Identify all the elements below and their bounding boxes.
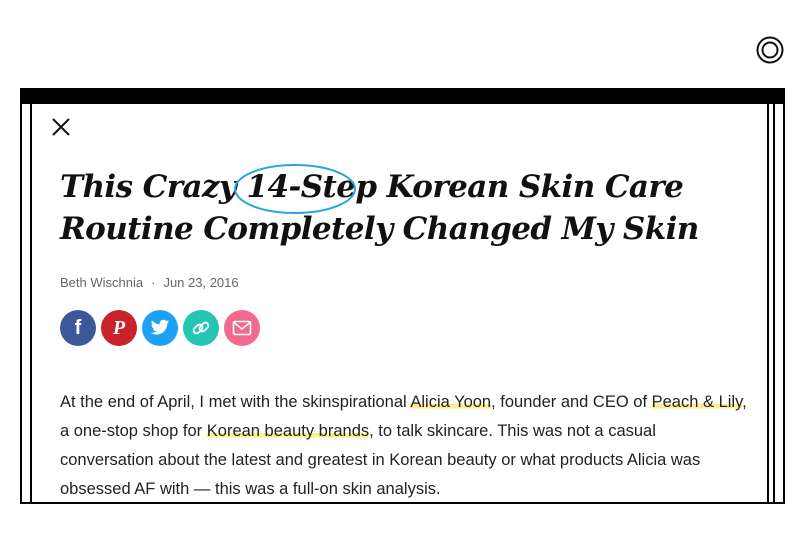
close-icon[interactable]	[50, 116, 72, 138]
twitter-icon	[150, 319, 170, 335]
twitter-share-button[interactable]	[142, 310, 178, 346]
link-alicia-yoon[interactable]: Alicia Yoon	[410, 393, 492, 411]
email-icon	[232, 320, 252, 336]
email-share-button[interactable]	[224, 310, 260, 346]
pinterest-share-button[interactable]: P	[101, 310, 137, 346]
pinterest-icon: P	[112, 316, 126, 339]
frame-line	[767, 104, 769, 502]
byline: Beth Wischnia · Jun 23, 2016	[60, 275, 239, 290]
target-icon	[756, 36, 784, 64]
frame-line	[30, 104, 32, 502]
author-name[interactable]: Beth Wischnia	[60, 275, 143, 290]
facebook-share-button[interactable]: f	[60, 310, 96, 346]
copy-link-button[interactable]	[183, 310, 219, 346]
body-text: At the end of April, I met with the skin…	[60, 393, 411, 411]
title-part1: This Crazy	[60, 169, 247, 205]
title-circled-label: 14-Step	[246, 169, 378, 205]
frame-line	[773, 104, 775, 502]
article-body: At the end of April, I met with the skin…	[60, 388, 750, 504]
facebook-icon: f	[74, 316, 82, 339]
title-circled-text: 14-Step	[233, 164, 378, 214]
share-buttons: f P	[60, 310, 260, 346]
link-korean-beauty-brands[interactable]: Korean beauty brands	[206, 422, 370, 440]
publish-date: Jun 23, 2016	[163, 275, 239, 290]
byline-separator: ·	[151, 275, 156, 290]
body-text: , founder and CEO of	[491, 393, 652, 411]
article-title: This Crazy 14-Step Korean Skin Care Rout…	[60, 164, 760, 250]
link-peach-and-lily[interactable]: Peach & Lily	[651, 393, 743, 411]
article-modal: This Crazy 14-Step Korean Skin Care Rout…	[20, 88, 785, 504]
link-icon	[192, 321, 210, 335]
